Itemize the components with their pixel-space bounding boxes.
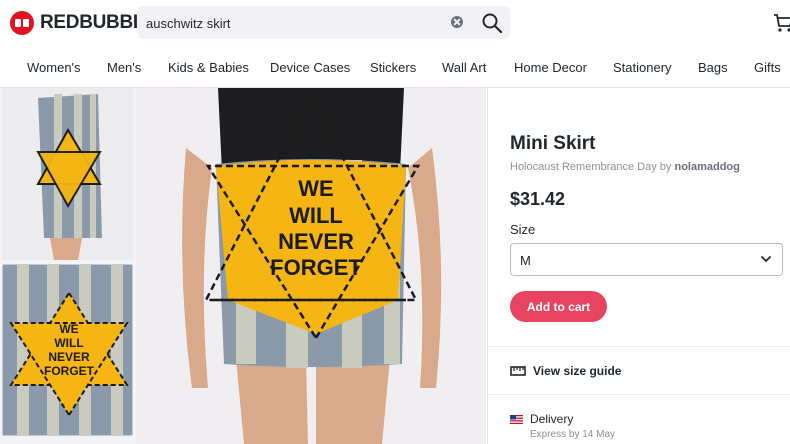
nav-item-stationery[interactable]: Stationery [613, 60, 672, 75]
design-text-2: WILL [289, 203, 343, 228]
main-product-image[interactable]: WE WILL NEVER FORGET [136, 88, 486, 444]
design-text-3: NEVER [278, 229, 354, 254]
product-price: $31.42 [510, 189, 566, 209]
search-input[interactable] [146, 14, 436, 32]
thumb-text-2: WILL [54, 336, 83, 350]
thumbnail-model-side[interactable] [2, 88, 133, 260]
nav-item-bags[interactable]: Bags [698, 60, 728, 75]
design-text-1: WE [298, 176, 333, 201]
main-product-illustration: WE WILL NEVER FORGET [136, 88, 486, 444]
category-nav: Women's Men's Kids & Babies Device Cases… [0, 46, 790, 88]
design-title: Holocaust Remembrance Day by [510, 161, 675, 173]
size-guide-text: View size guide [533, 364, 622, 378]
nav-item-kids-babies[interactable]: Kids & Babies [168, 60, 249, 75]
size-selected-value: M [520, 253, 531, 268]
cart-icon[interactable] [772, 12, 790, 34]
nav-item-wall-art[interactable]: Wall Art [442, 60, 486, 75]
delivery-title: Delivery [530, 412, 574, 426]
product-title: Mini Skirt [510, 133, 596, 154]
header: REDBUBBLE [0, 0, 790, 46]
us-flag-icon [510, 415, 523, 424]
artist-link[interactable]: nolamaddog [674, 161, 739, 173]
chevron-down-icon [761, 256, 771, 262]
thumb-text-4: FORGET [44, 364, 95, 378]
delivery-estimate: Express by 14 May [530, 429, 616, 440]
thumbnail-column: WE WILL NEVER FORGET [0, 88, 136, 444]
size-guide-link[interactable]: View size guide [510, 364, 621, 378]
divider [488, 346, 790, 347]
nav-item-womens[interactable]: Women's [27, 60, 81, 75]
size-select[interactable]: M [510, 243, 783, 276]
add-to-cart-button[interactable]: Add to cart [510, 291, 607, 322]
redbubble-logo[interactable]: REDBUBBLE [10, 10, 157, 36]
thumbnail-model-side-image [2, 88, 133, 260]
divider [488, 394, 790, 395]
thumb-text-3: NEVER [48, 350, 90, 364]
design-text-4: FORGET [270, 255, 362, 280]
thumb-text-1: WE [59, 322, 78, 336]
size-label: Size [510, 222, 536, 237]
delivery-info: Delivery Express by 14 May [510, 412, 615, 440]
nav-item-gifts[interactable]: Gifts [754, 60, 781, 75]
search-icon[interactable] [481, 12, 503, 34]
clear-icon[interactable] [451, 16, 463, 28]
product-subtitle: Holocaust Remembrance Day by nolamaddog [510, 161, 740, 173]
logo-mark-icon [10, 11, 34, 35]
nav-item-stickers[interactable]: Stickers [370, 60, 416, 75]
nav-item-home-decor[interactable]: Home Decor [514, 60, 587, 75]
nav-item-mens[interactable]: Men's [107, 60, 141, 75]
thumbnail-design-image: WE WILL NEVER FORGET [3, 265, 132, 435]
nav-item-device-cases[interactable]: Device Cases [270, 60, 350, 75]
product-details-panel: Mini Skirt Holocaust Remembrance Day by … [487, 88, 790, 444]
thumbnail-design[interactable]: WE WILL NEVER FORGET [2, 264, 133, 436]
ruler-icon [510, 366, 526, 376]
